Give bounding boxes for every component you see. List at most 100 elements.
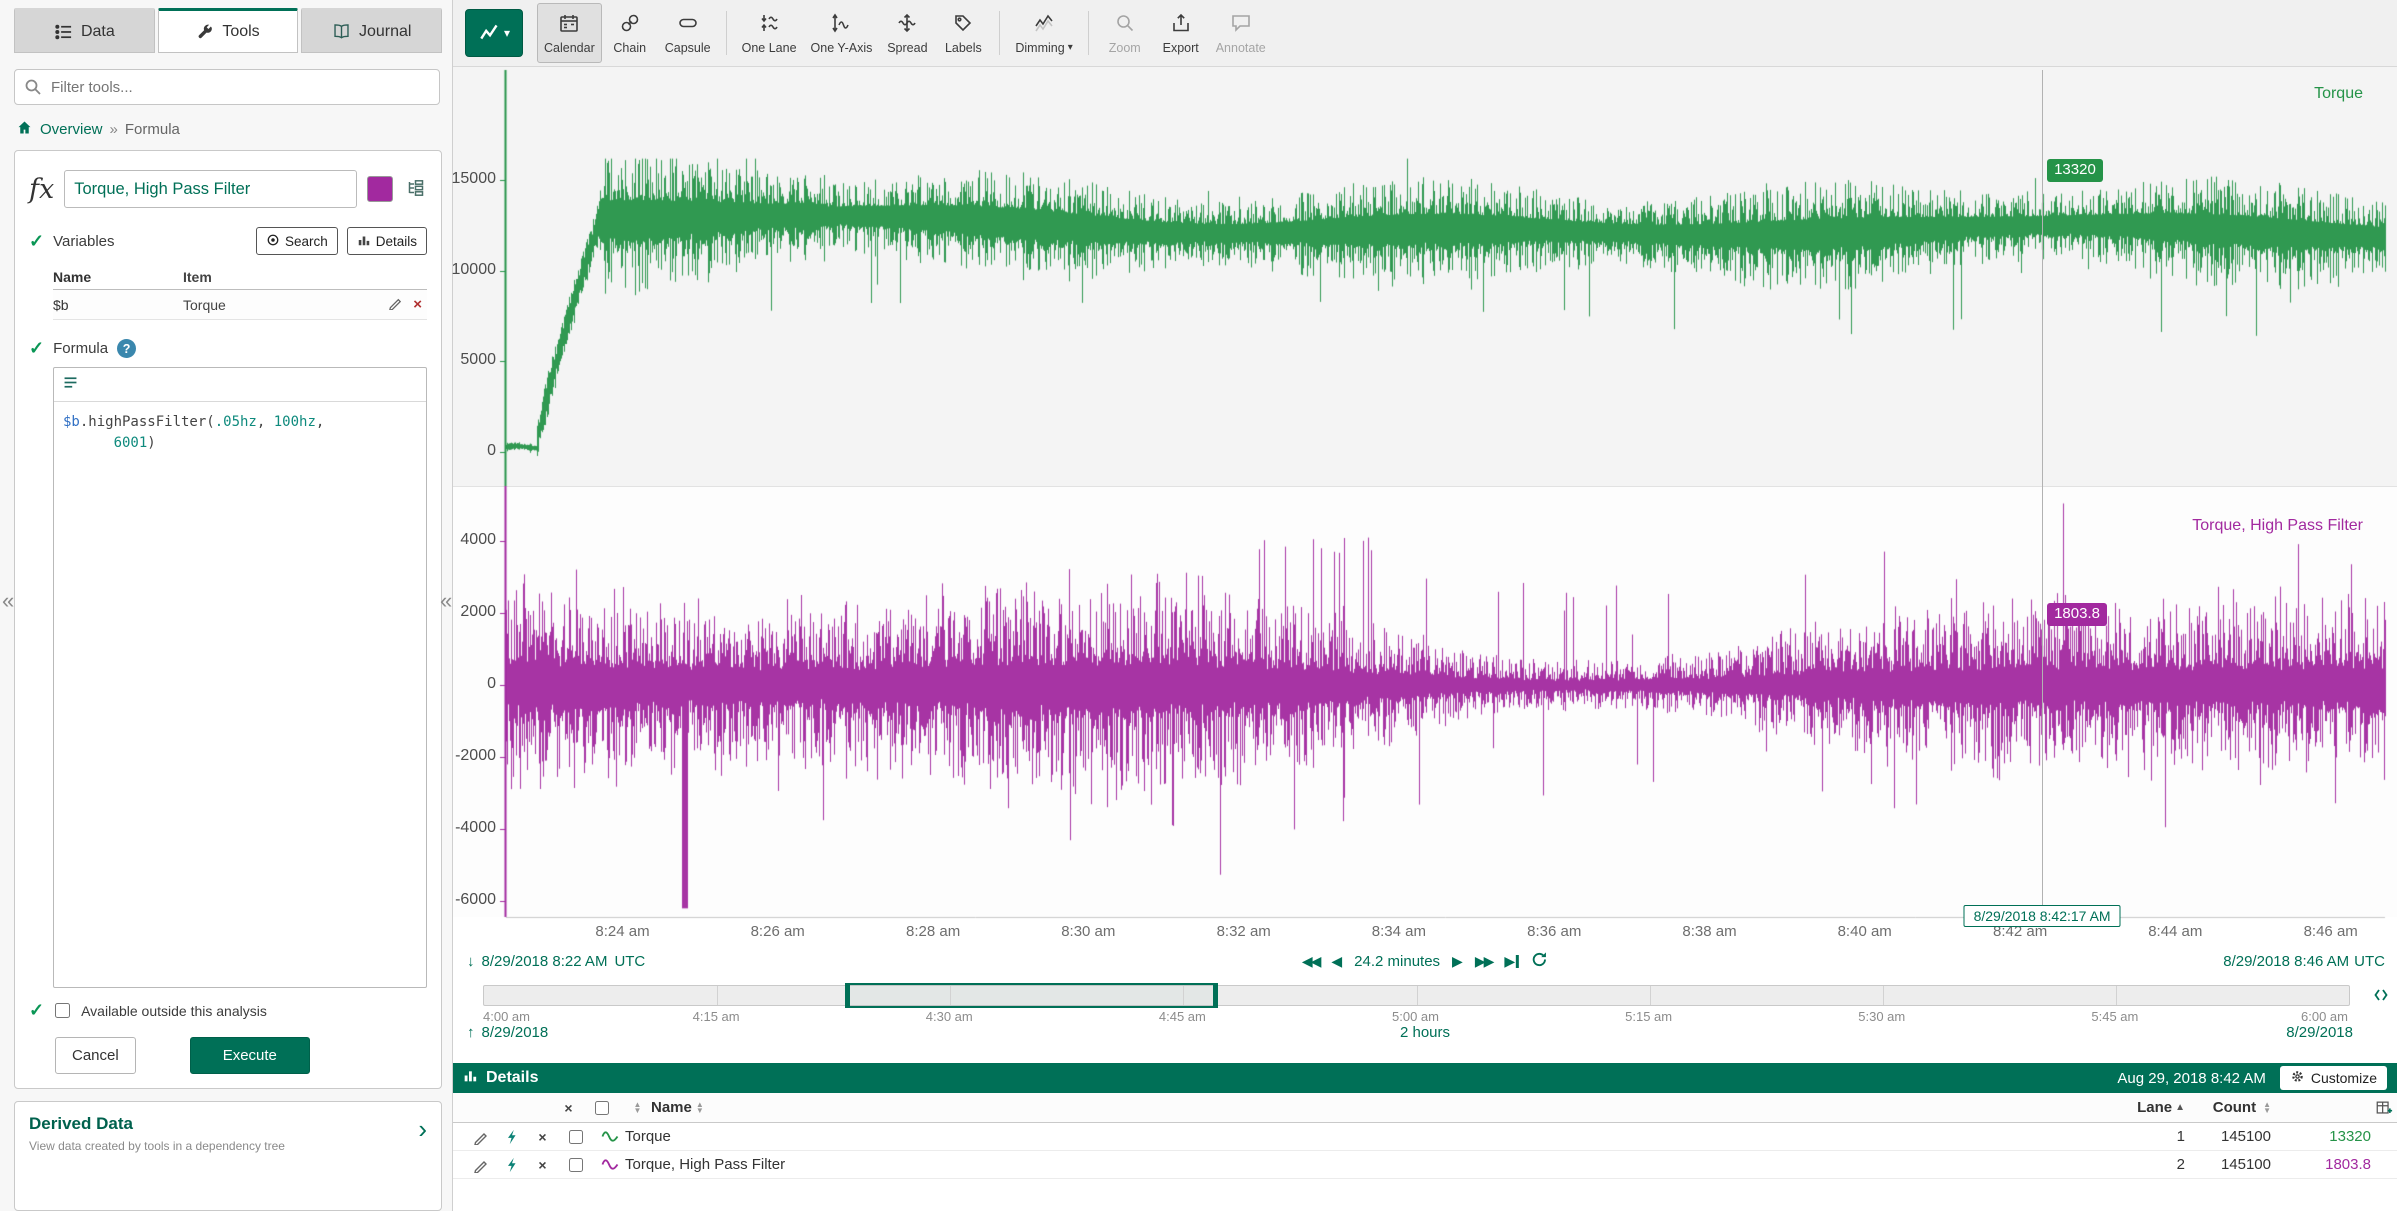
table-row[interactable]: ×Torque, High Pass Filter21451001803.8 <box>453 1151 2397 1179</box>
formula-help-icon[interactable]: ? <box>117 339 136 358</box>
sort-selection-icon[interactable]: ▲▼ <box>620 1102 651 1114</box>
cursor-value-highpass: 1803.8 <box>2047 603 2107 626</box>
formula-code-area[interactable]: $b.highPassFilter(.05hz, 100hz, 6001) <box>54 402 426 987</box>
display-type-button[interactable]: ▾ <box>465 9 523 57</box>
signal-icon[interactable] <box>594 1129 625 1144</box>
toolbar-item-zoom[interactable]: Zoom <box>1097 3 1153 63</box>
derived-data-section[interactable]: Derived Data View data created by tools … <box>14 1101 442 1211</box>
column-count-label[interactable]: Count <box>2213 1099 2256 1116</box>
breadcrumb-overview-link[interactable]: Overview <box>40 121 103 138</box>
toolbar-item-export[interactable]: Export <box>1153 3 1209 63</box>
select-item-checkbox[interactable] <box>569 1130 583 1144</box>
customize-button[interactable]: Customize <box>2280 1066 2387 1090</box>
remove-item-icon[interactable]: × <box>527 1158 558 1172</box>
range-end-link[interactable]: 8/29/2018 8:46 AM <box>2223 953 2349 970</box>
range-start-link[interactable]: 8/29/2018 8:22 AM <box>482 953 608 970</box>
toolbar-item-capsule[interactable]: Capsule <box>658 3 718 63</box>
variable-row: $b Torque × <box>53 290 427 320</box>
step-duration-link[interactable]: 24.2 minutes <box>1354 953 1440 970</box>
search-variables-button[interactable]: Search <box>256 227 338 255</box>
range-resize-icon[interactable] <box>2373 987 2389 1008</box>
range-up-icon[interactable]: ↑ <box>467 1024 475 1041</box>
step-to-end-button[interactable]: ▶ <box>1504 953 1519 970</box>
range-selection-handle[interactable] <box>846 983 1217 1008</box>
select-item-checkbox[interactable] <box>569 1158 583 1172</box>
auto-update-icon[interactable] <box>496 1129 527 1145</box>
panel-collapse-icon[interactable]: « <box>440 588 452 614</box>
refresh-icon[interactable] <box>1531 951 1548 972</box>
step-back-fast-button[interactable]: ◀◀ <box>1302 953 1320 970</box>
editor-lines-icon[interactable] <box>62 374 79 396</box>
toolbar-item-dimming[interactable]: Dimming▾ <box>1008 3 1079 63</box>
toolbar-item-one-lane[interactable]: One Lane <box>735 3 804 63</box>
cursor-value-torque: 13320 <box>2047 159 2103 182</box>
cancel-button[interactable]: Cancel <box>55 1037 136 1074</box>
asset-tree-icon[interactable] <box>403 176 427 203</box>
navigator-duration-link[interactable]: 2 hours <box>1400 1024 1450 1041</box>
range-end-tz-link[interactable]: UTC <box>2354 953 2385 970</box>
available-outside-label: Available outside this analysis <box>81 1003 267 1019</box>
filter-tools-input[interactable] <box>14 69 440 105</box>
code-token: 100hz <box>274 414 316 430</box>
tab-tools-label: Tools <box>222 23 259 41</box>
step-forward-fast-button[interactable]: ▶▶ <box>1475 953 1493 970</box>
add-column-icon[interactable] <box>2371 1099 2397 1117</box>
select-all-checkbox[interactable] <box>595 1101 609 1115</box>
chevron-right-icon[interactable]: › <box>418 1116 427 1142</box>
tab-journal[interactable]: Journal <box>301 8 442 53</box>
auto-update-icon[interactable] <box>496 1157 527 1173</box>
one-lane-icon <box>758 12 780 37</box>
toolbar-item-spread[interactable]: Spread <box>879 3 935 63</box>
signal-canvas <box>453 67 2397 945</box>
remove-variable-icon[interactable]: × <box>408 296 427 313</box>
one-y-axis-icon <box>830 12 852 37</box>
trend-icon <box>478 20 502 47</box>
tab-tools[interactable]: Tools <box>158 8 299 53</box>
variable-name: $b <box>53 297 183 313</box>
formula-name-input[interactable] <box>64 170 357 208</box>
sort-name-icon[interactable]: ▲▼ <box>696 1102 704 1114</box>
derived-data-subtitle: View data created by tools in a dependen… <box>29 1139 427 1153</box>
available-outside-checkbox[interactable] <box>55 1003 70 1018</box>
toolbar-item-chain[interactable]: Chain <box>602 3 658 63</box>
home-icon[interactable] <box>16 119 33 140</box>
edit-variable-icon[interactable] <box>383 295 408 314</box>
trend-workarea: ▾ CalendarChainCapsule One LaneOne Y-Axis… <box>453 0 2397 1211</box>
remove-item-icon[interactable]: × <box>527 1130 558 1144</box>
toolbar-item-labels[interactable]: Labels <box>935 3 991 63</box>
details-variables-button[interactable]: Details <box>347 227 427 255</box>
details-panel: Details Aug 29, 2018 8:42 AM Customize × <box>453 1063 2397 1179</box>
execute-button[interactable]: Execute <box>190 1037 310 1074</box>
toolbar-item-one-y-axis[interactable]: One Y-Axis <box>804 3 880 63</box>
details-chart-icon <box>463 1068 478 1088</box>
sidebar-collapse-icon[interactable]: « <box>2 588 14 614</box>
toolbar-item-label: Annotate <box>1216 41 1266 55</box>
edit-item-icon[interactable] <box>465 1157 496 1173</box>
remove-all-icon[interactable]: × <box>553 1101 584 1115</box>
sort-count-icon[interactable]: ▲▼ <box>2263 1102 2271 1114</box>
tab-data[interactable]: Data <box>14 8 155 53</box>
color-swatch[interactable] <box>367 176 393 202</box>
lane-label-highpass: Torque, High Pass Filter <box>2192 517 2363 535</box>
step-back-button[interactable]: ◀ <box>1331 953 1342 970</box>
display-range-bar: ↓ 8/29/2018 8:22 AM UTC ◀◀ ◀ 24.2 minute… <box>453 945 2397 981</box>
sort-lane-asc-icon[interactable]: ▲ <box>2175 1102 2185 1113</box>
navigator-date-left[interactable]: 8/29/2018 <box>482 1024 549 1041</box>
breadcrumb-current: Formula <box>125 121 180 138</box>
range-start-tz-link[interactable]: UTC <box>614 953 645 970</box>
column-lane-label[interactable]: Lane <box>2137 1099 2172 1116</box>
toolbar-item-calendar[interactable]: Calendar <box>537 3 602 63</box>
toolbar-separator <box>1088 11 1089 55</box>
workbench-app: « « Data Tools Journal <box>0 0 2397 1211</box>
toolbar-item-annotate[interactable]: Annotate <box>1209 3 1273 63</box>
signal-icon[interactable] <box>594 1157 625 1172</box>
step-forward-button[interactable]: ▶ <box>1452 953 1463 970</box>
column-name-label[interactable]: Name <box>651 1099 692 1116</box>
table-row[interactable]: ×Torque114510013320 <box>453 1123 2397 1151</box>
navigator-date-right[interactable]: 8/29/2018 <box>2286 1024 2353 1041</box>
range-track[interactable] <box>483 985 2350 1006</box>
formula-label: Formula <box>53 340 108 357</box>
trend-chart[interactable]: 050001000015000400020000-2000-4000-60008… <box>453 67 2397 945</box>
edit-item-icon[interactable] <box>465 1129 496 1145</box>
range-start-icon[interactable]: ↓ <box>467 953 475 970</box>
